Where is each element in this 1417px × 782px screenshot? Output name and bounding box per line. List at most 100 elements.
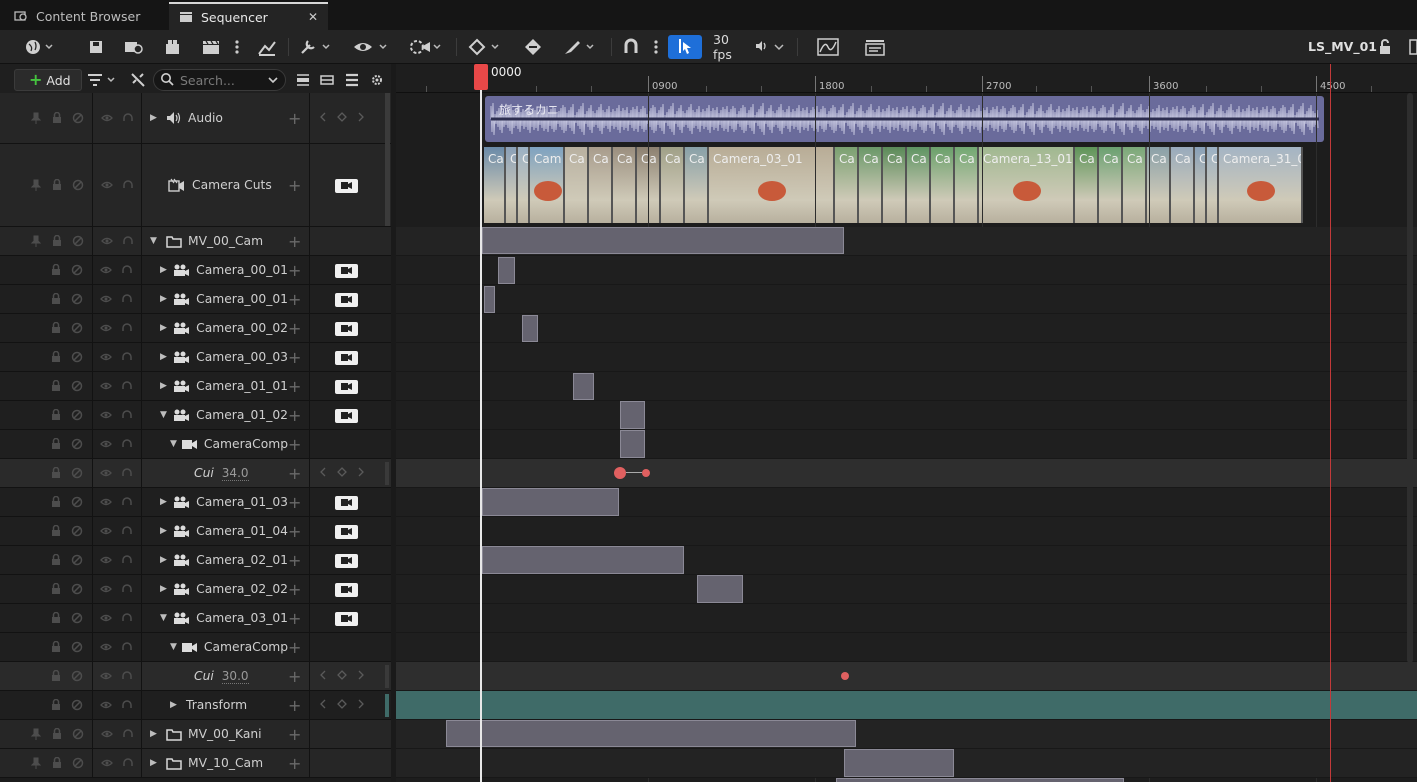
camera-cut-thumbnail[interactable]: Car	[484, 147, 506, 223]
caret-right-icon[interactable]: ▶	[150, 113, 162, 123]
mute-icon[interactable]	[71, 670, 83, 682]
add-subtrack-button[interactable]: +	[288, 662, 301, 690]
track-lane[interactable]	[396, 604, 1417, 633]
add-key-icon[interactable]	[337, 111, 347, 125]
audio-solo-icon[interactable]	[121, 670, 133, 682]
add-subtrack-button[interactable]: +	[288, 144, 301, 226]
visibility-icon[interactable]	[101, 728, 113, 740]
mute-icon[interactable]	[72, 235, 84, 247]
filter-icon[interactable]	[86, 68, 120, 92]
key-fill-icon[interactable]	[520, 35, 546, 59]
audio-solo-icon[interactable]	[121, 409, 133, 421]
keyframe[interactable]	[841, 672, 849, 680]
visibility-icon[interactable]	[100, 496, 112, 508]
collapse-all-icon[interactable]	[294, 68, 312, 92]
track-lane[interactable]	[396, 256, 1417, 285]
visibility-icon[interactable]	[100, 264, 112, 276]
prev-key-icon[interactable]	[318, 670, 328, 683]
caret-down-icon[interactable]: ▼	[160, 613, 169, 623]
track-lane[interactable]	[396, 372, 1417, 401]
camera-cuts-section[interactable]: CarCCCamCaCaCaCaCaCaCamera_03_01CaCaCaCa…	[484, 147, 1325, 223]
audio-solo-icon[interactable]	[121, 612, 133, 624]
snap-magnet-icon[interactable]	[620, 35, 642, 59]
add-subtrack-button[interactable]: +	[288, 227, 301, 255]
add-subtrack-button[interactable]: +	[288, 546, 301, 574]
camera-cut-thumbnail[interactable]: Ca	[685, 147, 709, 223]
track-name[interactable]: ▶ Camera_01_03	[160, 488, 288, 516]
visibility-icon[interactable]	[100, 322, 112, 334]
visibility-icon[interactable]	[100, 641, 112, 653]
visibility-icon[interactable]	[100, 583, 112, 595]
curve-editor-icon[interactable]	[815, 35, 841, 59]
lock-icon[interactable]	[51, 178, 63, 191]
visibility-icon[interactable]	[100, 554, 112, 566]
audio-solo-icon[interactable]	[122, 112, 134, 124]
visibility-icon[interactable]	[100, 467, 112, 479]
curve-value-field[interactable]: 34.0	[221, 466, 249, 481]
track-section[interactable]	[522, 315, 538, 342]
mute-icon[interactable]	[71, 612, 83, 624]
mute-icon[interactable]	[71, 467, 83, 479]
lock-icon[interactable]	[50, 611, 62, 624]
track-name[interactable]: ▶ MV_10_Cam	[150, 749, 288, 777]
time-ruler[interactable]: 0900 1800 2700 3600 4500	[396, 64, 1417, 93]
mute-icon[interactable]	[71, 293, 83, 305]
visibility-icon[interactable]	[100, 438, 112, 450]
visibility-icon[interactable]	[101, 179, 113, 191]
visibility-icon[interactable]	[100, 293, 112, 305]
key-diamond-icon[interactable]	[465, 35, 505, 59]
track-row[interactable]: ▼ CameraComp +	[0, 633, 391, 662]
cursor-select-icon[interactable]	[668, 35, 702, 59]
add-subtrack-button[interactable]: +	[288, 401, 301, 429]
track-row[interactable]: ▶ Camera_00_01 +	[0, 256, 391, 285]
tab-content-browser[interactable]: Content Browser	[4, 2, 167, 30]
audio-solo-icon[interactable]	[121, 699, 133, 711]
add-key-icon[interactable]	[337, 466, 347, 480]
visibility-icon[interactable]	[101, 235, 113, 247]
add-subtrack-button[interactable]: +	[288, 488, 301, 516]
caret-down-icon[interactable]: ▼	[170, 439, 177, 449]
audio-section[interactable]: 旅するカニ	[485, 96, 1324, 142]
mute-icon[interactable]	[72, 728, 84, 740]
audio-solo-icon[interactable]	[122, 757, 134, 769]
track-name[interactable]: Cui 30.0	[194, 662, 288, 690]
lock-icon[interactable]	[50, 524, 62, 537]
camera-cut-thumbnail[interactable]: Ca	[613, 147, 637, 223]
track-name[interactable]: ▶ Transform	[170, 691, 288, 719]
camera-lock-icon[interactable]	[335, 178, 358, 193]
track-row[interactable]: ▶ MV_00_Kani +	[0, 720, 391, 749]
add-subtrack-button[interactable]: +	[288, 343, 301, 371]
audio-solo-icon[interactable]	[121, 351, 133, 363]
audio-solo-icon[interactable]	[121, 554, 133, 566]
camera-lock-icon[interactable]	[335, 553, 358, 568]
track-row[interactable]: Cui 34.0 +	[0, 459, 391, 488]
camera-cut-thumbnail[interactable]: Ca	[1075, 147, 1099, 223]
audio-solo-icon[interactable]	[121, 322, 133, 334]
audio-solo-icon[interactable]	[121, 264, 133, 276]
caret-right-icon[interactable]: ▶	[160, 381, 169, 391]
search-input[interactable]: Search...	[153, 69, 286, 91]
track-row[interactable]: ▶ Camera_01_04 +	[0, 517, 391, 546]
lock-icon[interactable]	[1376, 35, 1394, 59]
next-key-icon[interactable]	[356, 670, 366, 683]
visibility-icon[interactable]	[100, 409, 112, 421]
caret-right-icon[interactable]: ▶	[160, 584, 169, 594]
visibility-icon[interactable]	[101, 757, 113, 769]
next-key-icon[interactable]	[356, 467, 366, 480]
mute-icon[interactable]	[71, 699, 83, 711]
track-row[interactable]: ▶ Camera_01_03 +	[0, 488, 391, 517]
camera-lock-icon[interactable]	[335, 292, 358, 307]
camera-lock-icon[interactable]	[335, 379, 358, 394]
camera-lock-icon[interactable]	[335, 408, 358, 423]
lock-icon[interactable]	[50, 263, 62, 276]
track-row[interactable]: ▶ MV_10_Cam +	[0, 749, 391, 778]
brush-icon[interactable]	[560, 35, 600, 59]
add-subtrack-button[interactable]: +	[288, 459, 301, 487]
more-icon[interactable]	[650, 35, 662, 59]
visibility-icon[interactable]	[100, 380, 112, 392]
playhead-handle[interactable]	[474, 64, 488, 90]
more-icon[interactable]	[230, 35, 244, 59]
lock-icon[interactable]	[50, 582, 62, 595]
mute-icon[interactable]	[71, 496, 83, 508]
camera-cut-thumbnail[interactable]: Ca	[931, 147, 955, 223]
